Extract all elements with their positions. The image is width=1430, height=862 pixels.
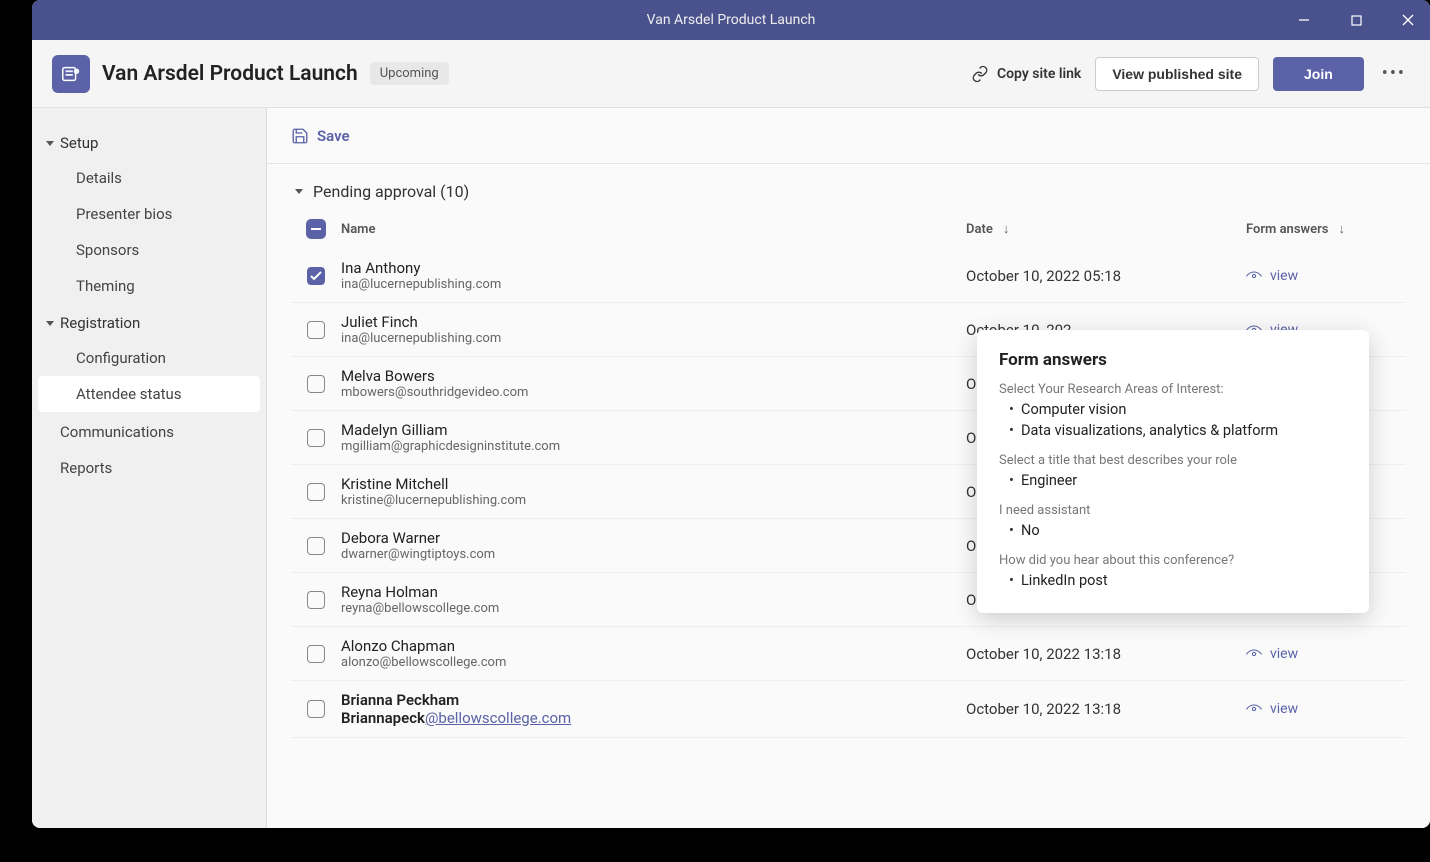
sidebar-group-label: Registration xyxy=(60,314,140,332)
section-header[interactable]: Pending approval (10) xyxy=(267,164,1430,209)
sidebar-item-details[interactable]: Details xyxy=(32,160,266,196)
attendee-date: October 10, 2022 05:18 xyxy=(966,267,1246,285)
attendee-email: Briannapeck@bellowscollege.com xyxy=(341,709,966,727)
status-badge: Upcoming xyxy=(370,62,449,85)
attendee-email: mgilliam@graphicdesigninstitute.com xyxy=(341,439,966,454)
table-row: Alonzo Chapmanalonzo@bellowscollege.comO… xyxy=(291,627,1406,681)
caret-down-icon xyxy=(295,189,303,194)
attendee-name: Reyna Holman xyxy=(341,583,966,601)
form-answers-popup: Form answers Select Your Research Areas … xyxy=(977,330,1369,613)
table-row: Ina Anthonyina@lucernepublishing.comOcto… xyxy=(291,249,1406,303)
toolbar: Save xyxy=(267,108,1430,164)
popup-question: Select a title that best describes your … xyxy=(999,453,1347,468)
sidebar: Setup Details Presenter bios Sponsors Th… xyxy=(32,108,267,828)
table-row: Brianna PeckhamBriannapeck@bellowscolleg… xyxy=(291,681,1406,738)
row-checkbox[interactable] xyxy=(307,483,325,501)
save-label: Save xyxy=(317,127,350,145)
row-checkbox[interactable] xyxy=(307,537,325,555)
section-title: Pending approval (10) xyxy=(313,182,469,201)
email-link[interactable]: @bellowscollege.com xyxy=(425,709,571,727)
more-options-button[interactable]: ••• xyxy=(1378,63,1410,84)
popup-question: How did you hear about this conference? xyxy=(999,553,1347,568)
copy-site-link-button[interactable]: Copy site link xyxy=(971,65,1081,83)
caret-down-icon xyxy=(46,141,54,146)
sidebar-item-presenter-bios[interactable]: Presenter bios xyxy=(32,196,266,232)
minimize-button[interactable] xyxy=(1290,6,1318,34)
save-icon xyxy=(291,127,309,145)
eye-icon xyxy=(1246,271,1262,281)
row-checkbox[interactable] xyxy=(307,645,325,663)
join-button[interactable]: Join xyxy=(1273,57,1364,91)
attendee-email: dwarner@wingtiptoys.com xyxy=(341,547,966,562)
view-label: view xyxy=(1270,646,1298,662)
popup-title: Form answers xyxy=(999,350,1347,370)
popup-question: I need assistant xyxy=(999,503,1347,518)
row-checkbox[interactable] xyxy=(307,321,325,339)
popup-answer: Engineer xyxy=(999,472,1347,489)
sidebar-group-registration[interactable]: Registration xyxy=(32,306,266,340)
view-label: view xyxy=(1270,701,1298,717)
eye-icon xyxy=(1246,649,1262,659)
attendee-email: kristine@lucernepublishing.com xyxy=(341,493,966,508)
row-checkbox[interactable] xyxy=(307,375,325,393)
app-icon xyxy=(52,55,90,93)
sidebar-item-attendee-status[interactable]: Attendee status xyxy=(38,376,260,412)
select-all-checkbox[interactable] xyxy=(306,219,326,239)
column-header-date[interactable]: Date ↓ xyxy=(966,221,1246,237)
attendee-date: October 10, 2022 13:18 xyxy=(966,700,1246,718)
maximize-button[interactable] xyxy=(1342,6,1370,34)
sidebar-item-reports[interactable]: Reports xyxy=(32,450,266,486)
popup-answer: No xyxy=(999,522,1347,539)
attendee-name: Debora Warner xyxy=(341,529,966,547)
sidebar-item-communications[interactable]: Communications xyxy=(32,414,266,450)
view-answers-button[interactable]: view xyxy=(1246,646,1298,662)
sort-down-icon: ↓ xyxy=(1003,221,1010,237)
attendee-name: Juliet Finch xyxy=(341,313,966,331)
sort-down-icon: ↓ xyxy=(1338,221,1345,237)
view-answers-button[interactable]: view xyxy=(1246,268,1298,284)
attendee-name: Kristine Mitchell xyxy=(341,475,966,493)
window-title: Van Arsdel Product Launch xyxy=(647,12,816,28)
attendee-name: Melva Bowers xyxy=(341,367,966,385)
attendee-email: ina@lucernepublishing.com xyxy=(341,277,966,292)
popup-answer: Data visualizations, analytics & platfor… xyxy=(999,422,1347,439)
sidebar-group-setup[interactable]: Setup xyxy=(32,126,266,160)
eye-icon xyxy=(1246,704,1262,714)
popup-answer: Computer vision xyxy=(999,401,1347,418)
row-checkbox[interactable] xyxy=(307,267,325,285)
attendee-name: Madelyn Gilliam xyxy=(341,421,966,439)
attendee-date: October 10, 2022 13:18 xyxy=(966,645,1246,663)
sidebar-item-theming[interactable]: Theming xyxy=(32,268,266,304)
view-answers-button[interactable]: view xyxy=(1246,701,1298,717)
sidebar-group-label: Setup xyxy=(60,134,98,152)
page-title: Van Arsdel Product Launch xyxy=(102,62,358,86)
row-checkbox[interactable] xyxy=(307,429,325,447)
sidebar-item-configuration[interactable]: Configuration xyxy=(32,340,266,376)
attendee-email: alonzo@bellowscollege.com xyxy=(341,655,966,670)
column-header-form-answers[interactable]: Form answers ↓ xyxy=(1246,221,1406,237)
close-button[interactable] xyxy=(1394,6,1422,34)
attendee-email: ina@lucernepublishing.com xyxy=(341,331,966,346)
attendee-email: mbowers@southridgevideo.com xyxy=(341,385,966,400)
save-button[interactable]: Save xyxy=(291,127,350,145)
sidebar-item-sponsors[interactable]: Sponsors xyxy=(32,232,266,268)
main-content: Save Pending approval (10) Name xyxy=(267,108,1430,828)
row-checkbox[interactable] xyxy=(307,591,325,609)
attendee-name: Alonzo Chapman xyxy=(341,637,966,655)
popup-question: Select Your Research Areas of Interest: xyxy=(999,382,1347,397)
view-label: view xyxy=(1270,268,1298,284)
attendee-email: reyna@bellowscollege.com xyxy=(341,601,966,616)
table-header: Name Date ↓ Form answers ↓ xyxy=(291,209,1406,249)
caret-down-icon xyxy=(46,321,54,326)
attendee-name: Ina Anthony xyxy=(341,259,966,277)
app-header: Van Arsdel Product Launch Upcoming Copy … xyxy=(32,40,1430,108)
view-published-site-button[interactable]: View published site xyxy=(1095,57,1259,91)
copy-link-label: Copy site link xyxy=(997,66,1081,82)
row-checkbox[interactable] xyxy=(307,700,325,718)
attendee-name: Brianna Peckham xyxy=(341,691,966,709)
column-header-name[interactable]: Name xyxy=(341,222,966,237)
popup-answer: LinkedIn post xyxy=(999,572,1347,589)
link-icon xyxy=(971,65,989,83)
window-titlebar: Van Arsdel Product Launch xyxy=(32,0,1430,40)
